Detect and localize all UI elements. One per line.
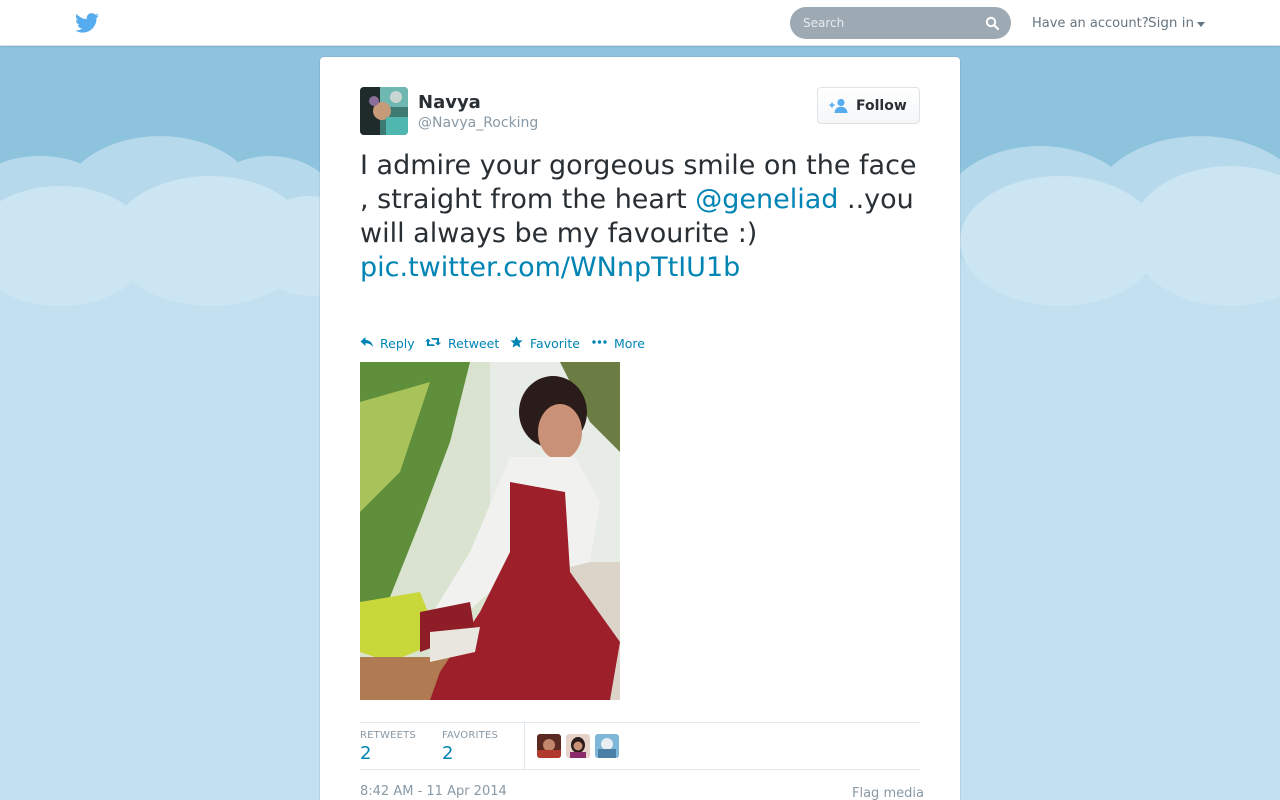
avatar[interactable] — [360, 87, 408, 135]
favorites-label: FAVORITES — [442, 730, 499, 741]
tweet-timestamp[interactable]: 8:42 AM - 11 Apr 2014 — [360, 784, 507, 799]
tweet-stats: RETWEETS 2 FAVORITES 2 — [360, 722, 920, 770]
retweets-label: RETWEETS — [360, 730, 416, 741]
favoriter-avatar[interactable] — [566, 734, 590, 758]
retweet-label: Retweet — [448, 336, 500, 351]
have-account-text: Have an account? — [1032, 16, 1149, 31]
star-icon — [510, 336, 523, 348]
follow-label: Follow — [856, 98, 907, 114]
tweet-card: Navya @Navya_Rocking Follow I admire you… — [320, 57, 960, 800]
favoriter-avatar[interactable] — [595, 734, 619, 758]
tweet-photo[interactable] — [360, 362, 620, 700]
reply-label: Reply — [380, 336, 415, 351]
twitter-bird-icon[interactable] — [75, 13, 99, 33]
media-link[interactable]: pic.twitter.com/WNnpTtIU1b — [360, 252, 740, 283]
flag-media-link[interactable]: Flag media — [852, 786, 924, 800]
mention-link[interactable]: @geneliad — [695, 184, 838, 215]
magnifier-icon[interactable] — [985, 16, 999, 30]
author-handle[interactable]: @Navya_Rocking — [418, 115, 538, 131]
add-user-icon — [829, 98, 848, 113]
sign-in-link[interactable]: Sign in — [1148, 15, 1194, 31]
search-box — [790, 7, 1011, 39]
favoriter-avatar[interactable] — [537, 734, 561, 758]
reply-icon — [360, 337, 373, 347]
favorite-label: Favorite — [530, 336, 580, 351]
more-label: More — [614, 336, 645, 351]
favorites-count[interactable]: 2 — [442, 743, 453, 764]
tweet-text: I admire your gorgeous smile on the face… — [360, 149, 920, 285]
ellipsis-icon — [592, 340, 607, 344]
author-name[interactable]: Navya — [418, 92, 481, 113]
follow-button[interactable]: Follow — [817, 87, 920, 124]
retweet-icon — [425, 338, 441, 346]
chevron-down-icon[interactable] — [1197, 22, 1205, 27]
stats-divider — [524, 723, 525, 770]
retweets-count[interactable]: 2 — [360, 743, 371, 764]
search-input[interactable] — [790, 7, 980, 39]
top-navigation-bar: Have an account? Sign in — [0, 0, 1280, 46]
